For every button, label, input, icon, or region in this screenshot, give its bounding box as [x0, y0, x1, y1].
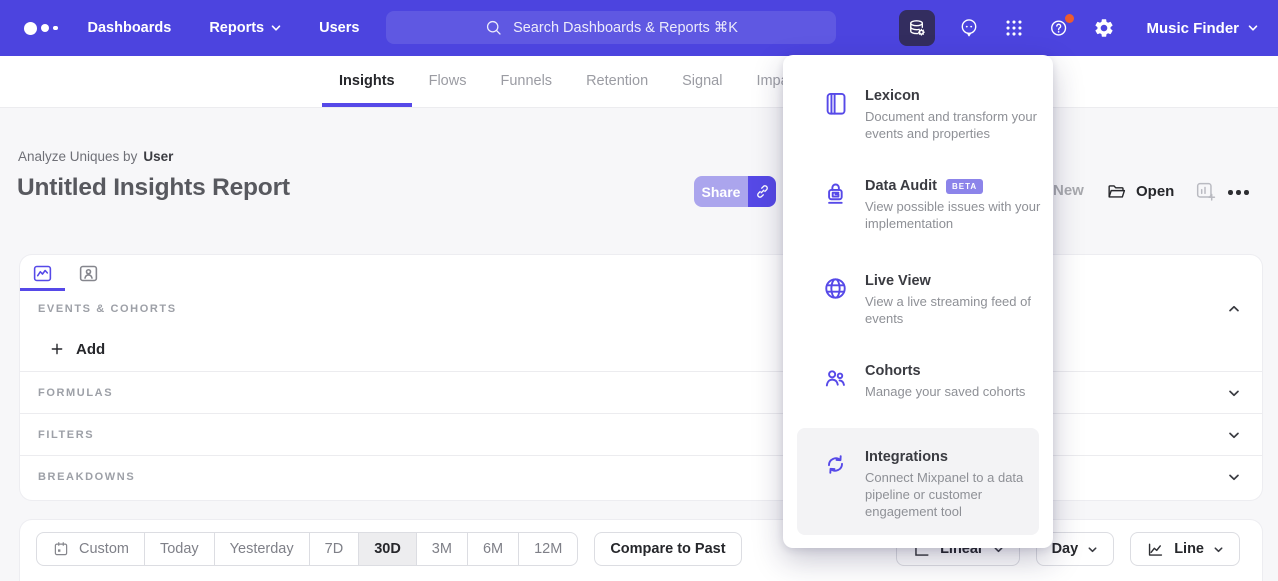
range-6m[interactable]: 6M: [468, 533, 519, 565]
section-formulas[interactable]: FORMULAS: [20, 371, 1262, 413]
active-tab-underline: [20, 288, 65, 291]
section-breakdowns[interactable]: BREAKDOWNS: [20, 455, 1262, 497]
analyze-subtitle: Analyze Uniques byUser: [18, 149, 173, 164]
search-placeholder: Search Dashboards & Reports ⌘K: [513, 20, 738, 36]
range-7d[interactable]: 7D: [310, 533, 360, 565]
database-gear-icon: [906, 17, 928, 39]
query-builder-panel: EVENTS & COHORTS Add FORMULAS FILTERS BR…: [20, 255, 1262, 500]
range-yesterday[interactable]: Yesterday: [215, 533, 310, 565]
notification-badge: [1065, 14, 1074, 23]
gear-icon: [1093, 17, 1115, 39]
tab-signal[interactable]: Signal: [665, 56, 739, 107]
chevron-up-icon: [1228, 303, 1240, 315]
chevron-down-icon: [1228, 387, 1240, 399]
primary-nav: Dashboards Reports Users: [88, 20, 360, 36]
date-range-control: Custom Today Yesterday 7D 30D 3M 6M 12M: [36, 532, 578, 566]
nav-item-dashboards[interactable]: Dashboards: [88, 20, 172, 36]
page-title: Untitled Insights Report: [17, 174, 290, 202]
share-controls: Share: [694, 176, 776, 207]
search-input[interactable]: Search Dashboards & Reports ⌘K: [386, 11, 836, 44]
users-tab-icon[interactable]: [78, 263, 99, 284]
chevron-down-icon: [271, 23, 281, 33]
line-chart-icon: [1146, 540, 1165, 559]
menu-item-data-audit[interactable]: Data AuditBETA View possible issues with…: [783, 178, 1043, 232]
chart-toolbar-panel: Custom Today Yesterday 7D 30D 3M 6M 12M …: [20, 520, 1262, 581]
project-name: Music Finder: [1146, 20, 1239, 37]
tab-flows[interactable]: Flows: [412, 56, 484, 107]
range-12m[interactable]: 12M: [519, 533, 577, 565]
open-report-button[interactable]: Open: [1106, 181, 1174, 202]
data-management-dropdown: Lexicon Document and transform your even…: [783, 55, 1053, 548]
feedback-smiley-icon: [958, 17, 980, 39]
analyze-entity[interactable]: User: [143, 149, 173, 164]
project-switcher[interactable]: Music Finder: [1146, 20, 1258, 37]
range-3m[interactable]: 3M: [417, 533, 468, 565]
chevron-down-icon: [1248, 23, 1258, 33]
copy-link-button[interactable]: [748, 176, 776, 207]
data-management-button[interactable]: [899, 10, 935, 46]
chart-type-dropdown[interactable]: Line: [1130, 532, 1240, 566]
cohorts-people-icon: [822, 365, 849, 392]
section-filters[interactable]: FILTERS: [20, 413, 1262, 455]
lexicon-book-icon: [822, 90, 849, 117]
settings-button[interactable]: [1093, 17, 1115, 39]
link-icon: [754, 183, 771, 200]
add-to-dashboard-icon: [1194, 180, 1216, 202]
metrics-tab-icon[interactable]: [32, 263, 53, 284]
insights-page: Analyze Uniques byUser Untitled Insights…: [0, 108, 1278, 581]
menu-item-live-view[interactable]: Live View View a live streaming feed of …: [783, 273, 1043, 327]
add-to-dashboard-button[interactable]: [1194, 180, 1216, 202]
apps-grid-button[interactable]: [1003, 17, 1025, 39]
mixpanel-logo-icon[interactable]: [24, 22, 58, 35]
navbar-right: Music Finder: [899, 10, 1258, 46]
calendar-icon: [52, 540, 70, 558]
menu-item-integrations[interactable]: Integrations Connect Mixpanel to a data …: [797, 428, 1039, 535]
tab-retention[interactable]: Retention: [569, 56, 665, 107]
builder-tabs: [20, 255, 1262, 291]
report-tabbar: Insights Flows Funnels Retention Signal …: [0, 56, 1278, 108]
range-30d[interactable]: 30D: [359, 533, 417, 565]
share-button[interactable]: Share: [694, 176, 748, 207]
menu-item-cohorts[interactable]: Cohorts Manage your saved cohorts: [783, 363, 1043, 400]
more-options-button[interactable]: [1228, 190, 1249, 195]
nav-item-users[interactable]: Users: [319, 20, 359, 36]
tab-insights[interactable]: Insights: [322, 56, 412, 107]
data-audit-icon: [822, 180, 849, 207]
chevron-down-icon: [1228, 429, 1240, 441]
nav-item-reports[interactable]: Reports: [209, 20, 281, 36]
range-custom[interactable]: Custom: [37, 533, 145, 565]
apps-grid-icon: [1003, 17, 1025, 39]
section-events-cohorts[interactable]: EVENTS & COHORTS: [20, 291, 1262, 327]
range-today[interactable]: Today: [145, 533, 215, 565]
feedback-button[interactable]: [958, 17, 980, 39]
compare-to-past-button[interactable]: Compare to Past: [594, 532, 741, 566]
chevron-down-icon: [1213, 544, 1224, 555]
folder-icon: [1106, 181, 1127, 202]
chevron-down-icon: [1087, 544, 1098, 555]
search-icon: [484, 18, 503, 37]
help-button[interactable]: [1048, 17, 1070, 39]
integrations-sync-icon: [822, 451, 849, 478]
top-navbar: Dashboards Reports Users Search Dashboar…: [0, 0, 1278, 56]
globe-icon: [822, 275, 849, 302]
menu-item-lexicon[interactable]: Lexicon Document and transform your even…: [783, 88, 1043, 142]
add-event-button[interactable]: Add: [20, 327, 1262, 371]
tab-funnels[interactable]: Funnels: [483, 56, 569, 107]
plus-icon: [49, 341, 65, 357]
chevron-down-icon: [1228, 471, 1240, 483]
beta-badge: BETA: [946, 179, 983, 194]
